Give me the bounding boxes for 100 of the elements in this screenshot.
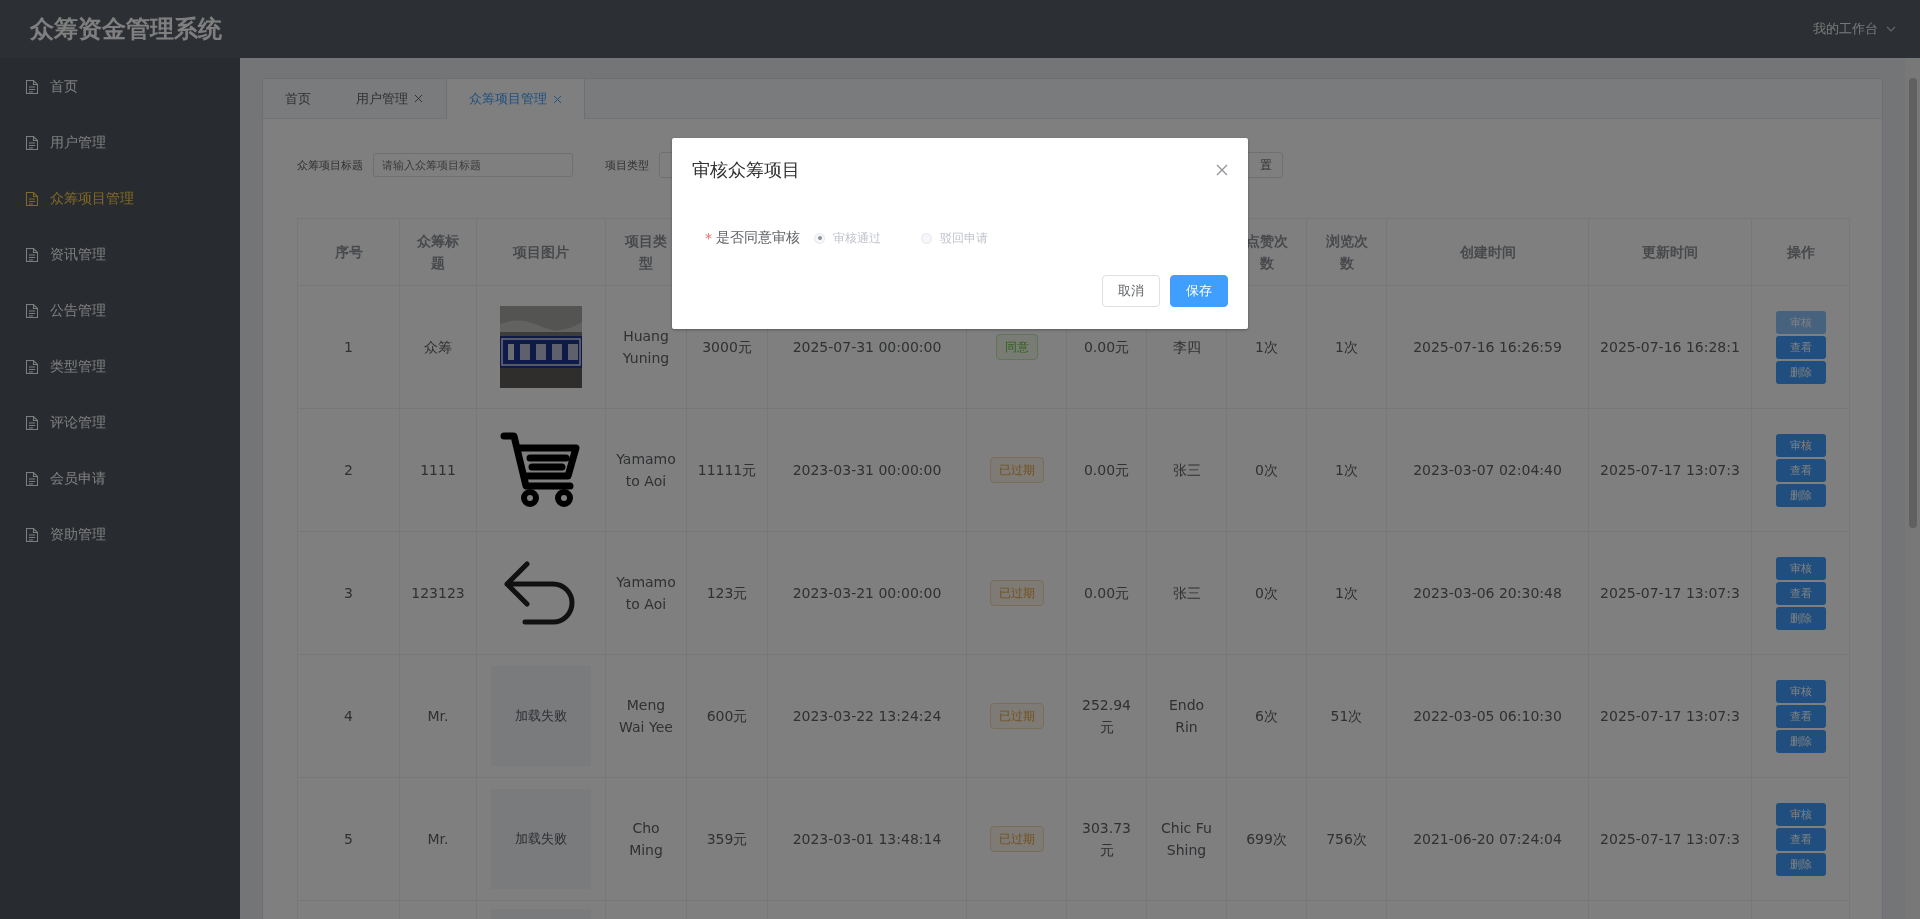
- document-icon: [25, 135, 39, 151]
- close-icon[interactable]: [414, 94, 423, 103]
- shopping-cart-icon: [500, 432, 582, 508]
- table-cell: 1次: [1306, 531, 1387, 655]
- field-label: 是否同意审核: [716, 229, 800, 247]
- table-cell: 2023-03-06 20:30:48: [1386, 531, 1589, 655]
- table-cell: 1次: [1306, 408, 1387, 532]
- table-cell: 2023-03-07 02:04:40: [1386, 408, 1589, 532]
- table-cell: 2023-03-21 00:00:00: [767, 531, 967, 655]
- required-mark: *: [705, 230, 712, 246]
- action-button[interactable]: 审核: [1775, 802, 1826, 826]
- status-tag: 同意: [995, 334, 1038, 360]
- document-icon: [25, 359, 39, 375]
- table-cell: 2: [297, 408, 400, 532]
- field-label: 众筹项目标题: [297, 157, 363, 173]
- table-cell: 2023-03-22 13:24:24: [767, 654, 967, 778]
- sidebar-item[interactable]: 首页: [0, 59, 240, 115]
- table-cell: 1111: [399, 408, 477, 532]
- table-cell: Chic Fu Shing: [1146, 777, 1227, 901]
- action-button[interactable]: 查看: [1775, 335, 1826, 359]
- document-icon: [25, 415, 39, 431]
- table-cell: 张三: [1146, 531, 1227, 655]
- action-button[interactable]: 查看: [1775, 827, 1826, 851]
- sidebar-item[interactable]: 资讯管理: [0, 227, 240, 283]
- cancel-button[interactable]: 取消: [1102, 275, 1160, 307]
- user-menu[interactable]: 我的工作台: [1807, 19, 1902, 39]
- table-cell: 303.73元: [1066, 777, 1147, 901]
- document-icon: [25, 527, 39, 543]
- image-error-text: 加载失败: [515, 707, 567, 725]
- table-cell: Cho Ming: [605, 777, 687, 901]
- table-cell: 123元: [686, 531, 768, 655]
- document-icon: [25, 247, 39, 263]
- search-field[interactable]: 请输入众筹项目标题: [373, 153, 573, 177]
- tab[interactable]: 用户管理: [334, 79, 446, 118]
- close-icon[interactable]: [553, 94, 562, 104]
- field-label: 项目类型: [605, 157, 649, 173]
- table-cell: 6次: [1226, 654, 1307, 778]
- table-cell: 2025-07-16 16:26:59: [1386, 285, 1589, 409]
- sidebar-item[interactable]: 公告管理: [0, 283, 240, 339]
- action-button[interactable]: 查看: [1775, 458, 1826, 482]
- action-button[interactable]: 查看: [1775, 704, 1826, 728]
- table-cell: 2025-07-17 13:07:3: [1588, 654, 1752, 778]
- sidebar-item[interactable]: 会员申请: [0, 451, 240, 507]
- table-cell: 0.00元: [1066, 408, 1147, 532]
- table-cell: 123123: [399, 531, 477, 655]
- status-tag: 已过期: [989, 457, 1044, 483]
- table-cell: Yamamoto Aoi: [605, 408, 687, 532]
- action-button[interactable]: 删除: [1775, 852, 1826, 876]
- table-cell: 2025-07-17 13:07:3: [1588, 408, 1752, 532]
- table-cell: Mr.: [399, 777, 477, 901]
- save-button[interactable]: 保存: [1170, 275, 1228, 307]
- status-tag: 已过期: [989, 703, 1044, 729]
- table-cell: Meng Wai Yee: [605, 654, 687, 778]
- sidebar-item[interactable]: 用户管理: [0, 115, 240, 171]
- action-button[interactable]: 删除: [1775, 729, 1826, 753]
- table-cell: 2025-07-17 13:07:3: [1588, 531, 1752, 655]
- table-cell: 0次: [1226, 408, 1307, 532]
- table-cell: 600元: [686, 654, 768, 778]
- sidebar-item[interactable]: 众筹项目管理: [0, 171, 240, 227]
- table-cell: 2023-03-01 13:48:14: [767, 777, 967, 901]
- sidebar-item[interactable]: 资助管理: [0, 507, 240, 563]
- table-cell: 2022-03-05 06:10:30: [1386, 654, 1589, 778]
- table-cell: 2021-06-20 07:24:04: [1386, 777, 1589, 901]
- table-cell: 756次: [1306, 777, 1387, 901]
- table-cell: 11111元: [686, 408, 768, 532]
- scrollbar-thumb[interactable]: [1909, 78, 1917, 528]
- action-button[interactable]: 审核: [1775, 433, 1826, 457]
- action-button[interactable]: 删除: [1775, 483, 1826, 507]
- tab[interactable]: 首页: [263, 79, 334, 118]
- tab[interactable]: 众筹项目管理: [446, 79, 585, 119]
- action-button[interactable]: 审核: [1775, 679, 1826, 703]
- document-icon: [25, 79, 39, 95]
- table-cell: Yamamoto Aoi: [605, 531, 687, 655]
- table-cell: Mr.: [399, 654, 477, 778]
- close-icon[interactable]: [1216, 164, 1228, 176]
- table-cell: 2025-07-17 13:07:3: [1588, 777, 1752, 901]
- table-cell: 众筹: [399, 285, 477, 409]
- table-cell: 51次: [1306, 654, 1387, 778]
- action-button[interactable]: 删除: [1775, 360, 1826, 384]
- sidebar-item[interactable]: 类型管理: [0, 339, 240, 395]
- table-cell: 5: [297, 777, 400, 901]
- action-button[interactable]: 查看: [1775, 581, 1826, 605]
- table-cell: 252.94元: [1066, 654, 1147, 778]
- table-cell: 699次: [1226, 777, 1307, 901]
- document-icon: [25, 303, 39, 319]
- status-tag: 已过期: [989, 580, 1044, 606]
- sidebar-item[interactable]: 评论管理: [0, 395, 240, 451]
- dialog-title: 审核众筹项目: [692, 158, 800, 182]
- action-button[interactable]: 审核: [1775, 556, 1826, 580]
- table-cell: 0.00元: [1066, 531, 1147, 655]
- document-icon: [25, 471, 39, 487]
- table-cell: 2025-07-16 16:28:1: [1588, 285, 1752, 409]
- action-button[interactable]: 删除: [1775, 606, 1826, 630]
- table-cell: Endo Rin: [1146, 654, 1227, 778]
- app-title: 众筹资金管理系统: [30, 14, 222, 45]
- table-cell: 1次: [1306, 285, 1387, 409]
- table-cell: 4: [297, 654, 400, 778]
- table-cell: 2023-03-31 00:00:00: [767, 408, 967, 532]
- table-cell: 3: [297, 531, 400, 655]
- table-cell: 1: [297, 285, 400, 409]
